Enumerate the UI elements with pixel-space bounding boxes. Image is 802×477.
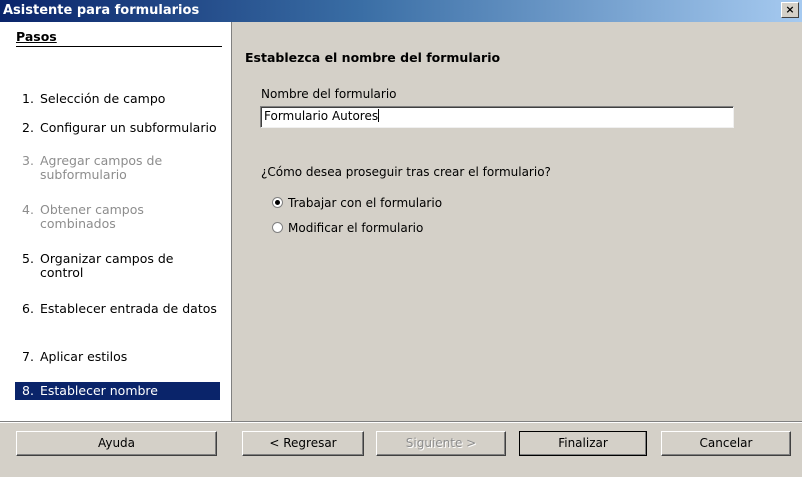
steps-title-text: Pasos <box>16 29 57 44</box>
text-caret <box>378 109 380 122</box>
finish-button[interactable]: Finalizar <box>519 431 647 456</box>
step-number: 7. <box>22 349 34 364</box>
step-item-8[interactable]: 8. Establecer nombre <box>15 382 220 400</box>
step-label: Agregar campos de subformulario <box>40 153 163 182</box>
radio-modify-form[interactable]: Modificar el formulario <box>272 221 423 235</box>
step-number: 3. <box>22 153 34 168</box>
step-label: Obtener campos combinados <box>40 202 144 231</box>
help-button[interactable]: Ayuda <box>16 431 217 456</box>
radio-checked-icon[interactable] <box>272 197 283 208</box>
step-number: 4. <box>22 202 34 217</box>
step-label: Establecer entrada de datos <box>40 301 217 316</box>
step-item-3: 3. Agregar campos de subformulario <box>15 152 220 184</box>
footer-divider-highlight <box>0 422 802 423</box>
form-name-label: Nombre del formulario <box>261 87 397 101</box>
next-button: Siguiente > <box>376 431 506 456</box>
step-label: Organizar campos de control <box>40 251 174 280</box>
step-number: 1. <box>22 91 34 106</box>
back-button[interactable]: < Regresar <box>242 431 364 456</box>
step-label: Aplicar estilos <box>40 349 128 364</box>
step-label: Configurar un subformulario <box>40 120 217 135</box>
step-item-1[interactable]: 1. Selección de campo <box>15 90 220 108</box>
page-title: Establezca el nombre del formulario <box>245 50 501 65</box>
steps-title: Pasos <box>16 29 222 47</box>
title-bar: Asistente para formularios × <box>0 0 802 22</box>
step-number: 8. <box>22 383 34 398</box>
form-name-input[interactable]: Formulario Autores <box>260 106 734 128</box>
step-label: Selección de campo <box>40 91 166 106</box>
step-number: 6. <box>22 301 34 316</box>
radio-work-with-form[interactable]: Trabajar con el formulario <box>272 196 442 210</box>
step-label: Establecer nombre <box>40 383 158 398</box>
cancel-button[interactable]: Cancelar <box>661 431 791 456</box>
form-name-value: Formulario Autores <box>264 109 379 123</box>
step-item-7[interactable]: 7. Aplicar estilos <box>15 348 220 366</box>
radio-unchecked-icon[interactable] <box>272 222 283 233</box>
step-item-4: 4. Obtener campos combinados <box>15 201 220 233</box>
proceed-question: ¿Cómo desea proseguir tras crear el form… <box>261 165 551 179</box>
step-item-5[interactable]: 5. Organizar campos de control <box>15 250 220 282</box>
close-button[interactable]: × <box>781 2 799 18</box>
step-item-6[interactable]: 6. Establecer entrada de datos <box>15 300 220 318</box>
step-number: 5. <box>22 251 34 266</box>
window-title: Asistente para formularios <box>3 3 200 18</box>
step-item-2[interactable]: 2. Configurar un subformulario <box>15 119 220 137</box>
radio-label: Trabajar con el formulario <box>288 196 443 210</box>
step-number: 2. <box>22 120 34 135</box>
radio-label: Modificar el formulario <box>288 221 424 235</box>
